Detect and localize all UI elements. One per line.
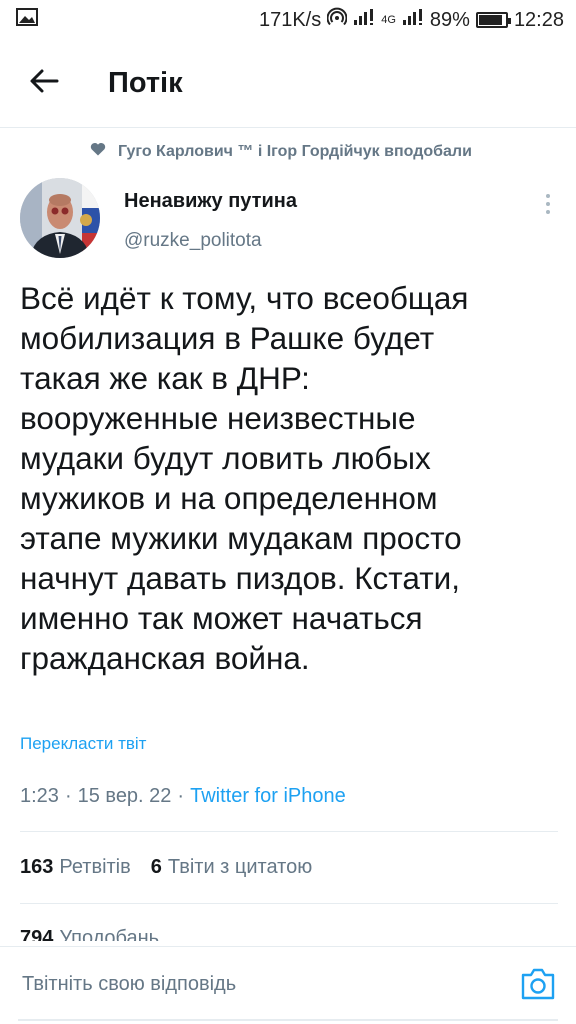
tweet-stats: 163 Ретвітів 6 Твіти з цитатою	[20, 856, 312, 879]
likes-label: Уподобань	[59, 927, 160, 941]
tweet-source-link[interactable]: Twitter for iPhone	[190, 785, 346, 808]
clock: 12:28	[513, 8, 564, 31]
author-name[interactable]: Ненавижу путина	[124, 190, 297, 213]
meta-separator: ·	[64, 785, 72, 807]
hotspot-icon	[326, 7, 348, 33]
tweet-time: 1:23	[20, 785, 59, 807]
bottom-divider	[18, 1019, 558, 1021]
more-vertical-icon	[546, 194, 550, 214]
network-speed: 171K/s	[258, 8, 322, 31]
camera-icon	[520, 968, 556, 1005]
more-options-button[interactable]	[536, 188, 560, 220]
social-context-text: Гуго Карлович ™ і Ігор Гордійчук вподоба…	[118, 142, 472, 160]
social-context[interactable]: Гуго Карлович ™ і Ігор Гордійчук вподоба…	[90, 142, 560, 161]
reply-bar: Твітніть свою відповідь	[0, 946, 576, 1024]
image-icon	[16, 8, 38, 32]
quotes-count: 6	[150, 856, 162, 878]
likes-count: 794	[20, 927, 54, 941]
quotes-stat[interactable]: 6 Твіти з цитатою	[151, 856, 312, 879]
battery-percent: 89%	[429, 8, 470, 31]
likes-stat[interactable]: 794 Уподобань	[20, 927, 159, 941]
tweet-date: 15 вер. 22	[77, 785, 172, 807]
heart-icon	[90, 142, 106, 161]
divider	[20, 903, 558, 904]
reply-input[interactable]: Твітніть свою відповідь	[22, 973, 236, 996]
retweets-stat[interactable]: 163 Ретвітів	[20, 856, 131, 879]
camera-button[interactable]	[520, 967, 556, 1001]
translate-tweet-link[interactable]: Перекласти твіт	[20, 734, 146, 754]
meta-separator: ·	[177, 785, 185, 807]
page-title: Потік	[108, 67, 183, 99]
battery-icon	[475, 12, 511, 28]
back-button[interactable]	[8, 40, 80, 128]
divider	[20, 831, 558, 832]
status-bar: 171K/s 4G 89% 12:28	[0, 0, 576, 40]
signal-icon-secondary	[402, 8, 424, 32]
arrow-left-icon	[29, 68, 59, 99]
quotes-label: Твіти з цитатою	[167, 856, 313, 878]
tweet-text: Всё идёт к тому, что всеобщая мобилизаци…	[20, 280, 469, 676]
retweets-count: 163	[20, 856, 54, 878]
top-app-bar: Потік	[0, 40, 576, 128]
signal-icon	[353, 8, 375, 32]
network-type: 4G	[381, 14, 396, 26]
avatar[interactable]	[20, 178, 100, 258]
retweets-label: Ретвітів	[59, 856, 131, 878]
tweet-meta: 1:23 · 15 вер. 22 · Twitter for iPhone	[20, 785, 346, 808]
author-handle[interactable]: @ruzke_politota	[124, 230, 262, 252]
tweet-author: Ненавижу путина @ruzke_politota	[20, 176, 560, 264]
